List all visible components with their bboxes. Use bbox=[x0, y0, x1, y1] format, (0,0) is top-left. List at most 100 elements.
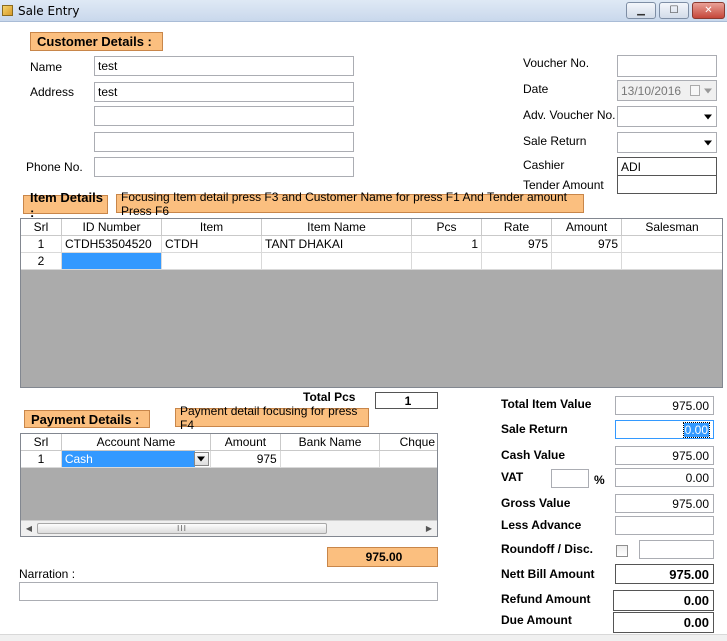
cell-salesman[interactable] bbox=[622, 253, 722, 269]
table-row[interactable]: 1 Cash 975 bbox=[21, 451, 437, 468]
cashier-field[interactable]: ADI bbox=[617, 157, 717, 176]
address-line1-field[interactable]: test bbox=[94, 82, 354, 102]
cell-rate[interactable]: 975 bbox=[482, 236, 552, 252]
cell-salesman[interactable] bbox=[622, 236, 722, 252]
due-amount-label: Due Amount bbox=[501, 613, 572, 627]
scroll-thumb[interactable]: III bbox=[37, 523, 327, 534]
cash-value-label: Cash Value bbox=[501, 448, 566, 462]
sale-return-total-label: Sale Return bbox=[501, 422, 568, 436]
col-rate[interactable]: Rate bbox=[482, 219, 552, 235]
close-button[interactable]: ✕ bbox=[692, 2, 725, 19]
cell-srl[interactable]: 1 bbox=[21, 236, 62, 252]
sale-return-select[interactable] bbox=[617, 132, 717, 153]
cell-item[interactable] bbox=[162, 253, 262, 269]
adv-voucher-select[interactable] bbox=[617, 106, 717, 127]
nett-bill-field: 975.00 bbox=[615, 564, 714, 584]
col-item-name[interactable]: Item Name bbox=[262, 219, 412, 235]
col-amount[interactable]: Amount bbox=[211, 434, 281, 450]
name-field[interactable]: test bbox=[94, 56, 354, 76]
col-id-number[interactable]: ID Number bbox=[62, 219, 162, 235]
cell-pcs[interactable]: 1 bbox=[412, 236, 482, 252]
roundoff-field[interactable] bbox=[639, 540, 714, 559]
due-amount-field: 0.00 bbox=[613, 612, 714, 633]
address-line3-field[interactable] bbox=[94, 132, 354, 152]
total-pcs-label: Total Pcs bbox=[303, 390, 356, 404]
payment-grid[interactable]: Srl Account Name Amount Bank Name Chque … bbox=[20, 433, 438, 537]
address-line2-field[interactable] bbox=[94, 106, 354, 126]
window-title: Sale Entry bbox=[18, 4, 80, 18]
calendar-icon bbox=[690, 85, 700, 96]
total-pcs-field: 1 bbox=[375, 392, 438, 409]
account-value[interactable]: Cash bbox=[61, 451, 195, 467]
payment-horizontal-scrollbar[interactable]: ◀ III ▶ bbox=[21, 520, 437, 536]
scroll-left-icon[interactable]: ◀ bbox=[21, 521, 37, 536]
vat-percent-field[interactable] bbox=[551, 469, 589, 488]
phone-label: Phone No. bbox=[26, 160, 83, 174]
chevron-down-icon bbox=[197, 456, 206, 462]
tender-amount-field[interactable] bbox=[617, 175, 717, 194]
cell-item-name[interactable]: TANT DHAKAI bbox=[262, 236, 412, 252]
refund-amount-field: 0.00 bbox=[613, 590, 714, 611]
total-item-value-label: Total Item Value bbox=[501, 397, 592, 411]
col-salesman[interactable]: Salesman bbox=[622, 219, 722, 235]
account-dropdown-button[interactable] bbox=[194, 452, 210, 466]
col-cheque[interactable]: Chque bbox=[380, 434, 437, 450]
maximize-button[interactable]: ☐ bbox=[659, 2, 689, 19]
cell-bank-name[interactable] bbox=[281, 451, 381, 467]
vat-label: VAT bbox=[501, 470, 524, 484]
item-details-header: Item Details : bbox=[23, 190, 108, 220]
cell-srl[interactable]: 1 bbox=[21, 451, 62, 467]
cell-amount[interactable]: 975 bbox=[552, 236, 622, 252]
cell-cheque[interactable] bbox=[380, 451, 437, 467]
roundoff-label: Roundoff / Disc. bbox=[501, 542, 593, 556]
close-icon: ✕ bbox=[704, 5, 713, 16]
sale-return-label: Sale Return bbox=[523, 134, 587, 148]
cell-item[interactable]: CTDH bbox=[162, 236, 262, 252]
col-srl[interactable]: Srl bbox=[21, 219, 62, 235]
cell-rate[interactable] bbox=[482, 253, 552, 269]
table-row[interactable]: 1 CTDH53504520 CTDH TANT DHAKAI 1 975 97… bbox=[21, 236, 722, 253]
payment-grid-header: Srl Account Name Amount Bank Name Chque bbox=[21, 434, 437, 451]
cell-srl[interactable]: 2 bbox=[21, 253, 62, 269]
narration-field[interactable] bbox=[19, 582, 438, 601]
roundoff-checkbox[interactable] bbox=[616, 545, 628, 557]
sale-return-total-field[interactable]: 0.00 bbox=[615, 420, 714, 439]
cell-item-name[interactable] bbox=[262, 253, 412, 269]
less-advance-field[interactable] bbox=[615, 516, 714, 535]
item-details-hint: Focusing Item detail press F3 and Custom… bbox=[116, 190, 584, 218]
minimize-button[interactable]: ▁ bbox=[626, 2, 656, 19]
maximize-icon: ☐ bbox=[669, 5, 679, 16]
cell-pcs[interactable] bbox=[412, 253, 482, 269]
customer-details-header: Customer Details : bbox=[30, 32, 163, 51]
cell-amount[interactable] bbox=[552, 253, 622, 269]
col-account-name[interactable]: Account Name bbox=[62, 434, 212, 450]
table-row[interactable]: 2 bbox=[21, 253, 722, 270]
refund-amount-label: Refund Amount bbox=[501, 592, 591, 606]
col-amount[interactable]: Amount bbox=[552, 219, 622, 235]
narration-label: Narration : bbox=[19, 567, 76, 581]
chevron-down-icon bbox=[704, 88, 712, 93]
payment-total: 975.00 bbox=[327, 547, 438, 567]
cell-id-number-selected[interactable] bbox=[62, 253, 162, 269]
vat-value-field: 0.00 bbox=[615, 468, 714, 487]
col-item[interactable]: Item bbox=[162, 219, 262, 235]
title-bar: Sale Entry ▁ ☐ ✕ bbox=[0, 0, 727, 22]
scroll-right-icon[interactable]: ▶ bbox=[421, 521, 437, 536]
item-grid[interactable]: Srl ID Number Item Item Name Pcs Rate Am… bbox=[20, 218, 723, 388]
col-pcs[interactable]: Pcs bbox=[412, 219, 482, 235]
cell-amount[interactable]: 975 bbox=[211, 451, 281, 467]
less-advance-label: Less Advance bbox=[501, 518, 582, 532]
voucher-no-field[interactable] bbox=[617, 55, 717, 77]
item-grid-header: Srl ID Number Item Item Name Pcs Rate Am… bbox=[21, 219, 722, 236]
chevron-down-icon bbox=[704, 114, 712, 119]
cash-value-field: 975.00 bbox=[615, 446, 714, 465]
date-picker[interactable]: 13/10/2016 bbox=[617, 80, 717, 101]
voucher-no-label: Voucher No. bbox=[523, 56, 590, 70]
cell-account-combo[interactable]: Cash bbox=[61, 451, 212, 467]
payment-details-header: Payment Details : bbox=[24, 410, 150, 428]
col-bank-name[interactable]: Bank Name bbox=[281, 434, 381, 450]
cell-id-number[interactable]: CTDH53504520 bbox=[62, 236, 162, 252]
vat-percent-sign: % bbox=[594, 473, 605, 487]
col-srl[interactable]: Srl bbox=[21, 434, 62, 450]
phone-field[interactable] bbox=[94, 157, 354, 177]
